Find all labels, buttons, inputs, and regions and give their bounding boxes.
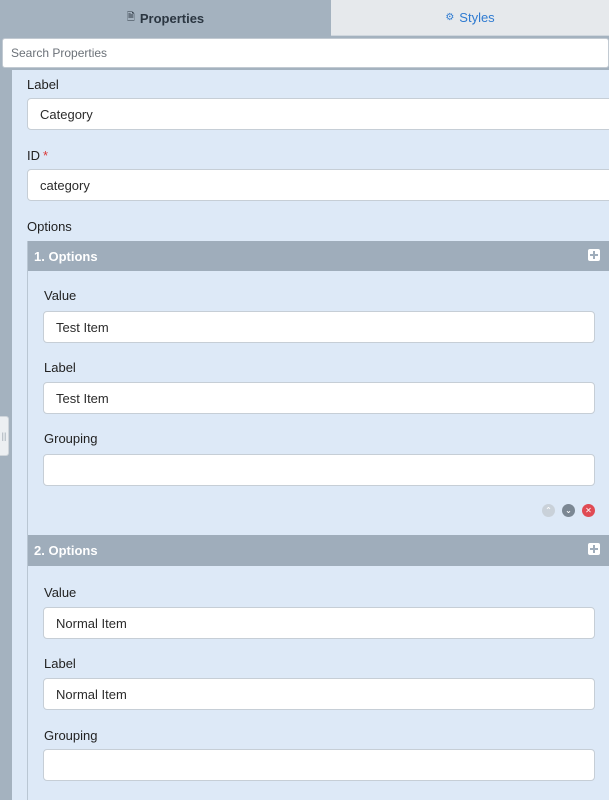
options-label: Options xyxy=(27,219,72,234)
option-value-label: Value xyxy=(44,585,77,600)
tab-properties-label: Properties xyxy=(139,10,205,26)
id-field-label: ID * xyxy=(27,148,48,163)
option-group-1: 1. Options Value Label Grouping ⌃ ⌄ ✕ xyxy=(27,241,609,535)
remove-icon[interactable]: ✕ xyxy=(582,504,595,517)
move-up-icon[interactable]: ⌃ xyxy=(542,504,555,517)
option-grouping-label: Grouping xyxy=(44,728,98,743)
document-icon: 🗎 xyxy=(126,11,135,23)
grip-icon: || xyxy=(1,431,7,441)
option-group-2: 2. Options Value Label Grouping xyxy=(27,535,609,800)
gear-icon: ⚙ xyxy=(445,12,455,23)
option-group-header: 2. Options xyxy=(28,535,609,566)
search-bar xyxy=(0,36,609,70)
plus-square-icon[interactable] xyxy=(588,543,600,555)
option-value-input[interactable] xyxy=(43,607,595,639)
option-group-title: 1. Options xyxy=(34,249,98,264)
tab-styles[interactable]: ⚙ Styles xyxy=(331,0,609,36)
option-label-input[interactable] xyxy=(43,678,595,710)
option-label-input[interactable] xyxy=(43,382,595,414)
option-group-title: 2. Options xyxy=(34,543,98,558)
option-group-header: 1. Options xyxy=(28,241,609,271)
tab-styles-label: Styles xyxy=(459,10,495,25)
option-grouping-input[interactable] xyxy=(43,454,595,486)
option-grouping-label: Grouping xyxy=(44,431,98,446)
move-down-icon[interactable]: ⌄ xyxy=(562,504,575,517)
option-label-label: Label xyxy=(44,360,76,375)
id-field-label-text: ID xyxy=(27,148,40,163)
option-grouping-input[interactable] xyxy=(43,749,595,781)
tab-bar: 🗎 Properties ⚙ Styles xyxy=(0,0,609,36)
option-value-label: Value xyxy=(44,288,77,303)
tab-properties[interactable]: 🗎 Properties xyxy=(0,0,331,36)
search-input[interactable] xyxy=(2,38,609,68)
required-marker: * xyxy=(43,148,49,163)
option-value-input[interactable] xyxy=(43,311,595,343)
id-field-input[interactable] xyxy=(27,169,609,201)
plus-square-icon[interactable] xyxy=(588,249,600,261)
option-label-label: Label xyxy=(44,656,76,671)
label-field-input[interactable] xyxy=(27,98,609,130)
label-field-label: Label xyxy=(27,77,59,92)
resize-handle[interactable]: || xyxy=(0,416,9,456)
properties-panel: Label ID* Options 1. Options Value Label… xyxy=(12,70,609,800)
